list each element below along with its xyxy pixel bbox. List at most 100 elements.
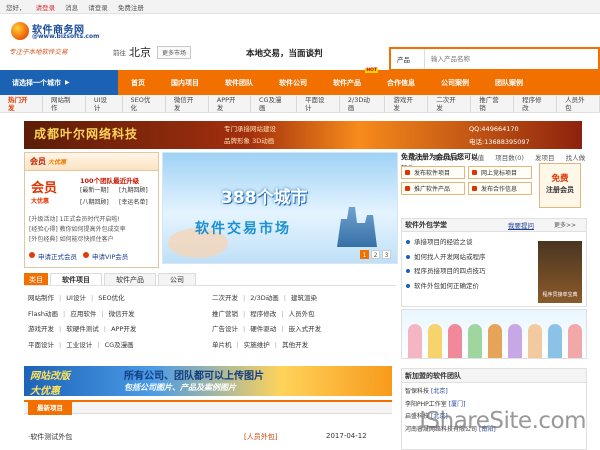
category-link[interactable]: 实施维护 xyxy=(244,341,270,349)
vip-news-item[interactable]: [经验心得] 教你如何提高外包成交率 xyxy=(29,225,126,235)
subnav-item[interactable]: 二次开发 xyxy=(428,95,472,112)
post-project-button[interactable]: 发布软件项目 xyxy=(401,166,465,179)
team-photo-banner[interactable] xyxy=(401,309,587,359)
bid-project-button[interactable]: 网上竞标项目 xyxy=(468,166,532,179)
category-link[interactable]: 单片机 xyxy=(212,341,232,349)
category-link[interactable]: 软硬件测试 xyxy=(66,325,99,333)
hot-badge: HOT xyxy=(365,67,378,73)
category-link[interactable]: 工业设计 xyxy=(66,341,92,349)
vip-link[interactable]: [八期回顾] xyxy=(80,197,119,206)
project-row[interactable]: ·软件测试外包 [人员外包] 2017-04-12 xyxy=(28,432,388,442)
subnav-item[interactable]: CG及漫画 xyxy=(251,95,297,112)
login-link[interactable]: 请登录 xyxy=(36,4,56,12)
category-link[interactable]: SEO优化 xyxy=(98,294,124,302)
top-bar: 您好， 请登录 消息 请登录 免费注册 首页 我的助手 充值 项目数(0) 发项… xyxy=(0,0,600,172)
category-link[interactable]: 2/3D动画 xyxy=(250,294,278,302)
ad-banner-top[interactable]: 成都叶尔网络科技 专门承接网站建设 品牌形象 3D动画 QQ:449664170… xyxy=(24,121,582,149)
category-link[interactable]: APP开发 xyxy=(111,325,136,333)
free-register-button[interactable]: 免费 注册会员 xyxy=(539,163,581,208)
nav-item-teams[interactable]: 软件团队 xyxy=(212,78,266,88)
category-row: 游戏开发 | 软硬件测试 | APP开发 xyxy=(28,325,137,333)
banner-qq: QQ:449664170 xyxy=(469,125,519,133)
category-link[interactable]: 嵌入式开发 xyxy=(289,325,322,333)
category-link[interactable]: 建筑渲染 xyxy=(291,294,317,302)
vip-news-item[interactable]: [升级活动] 1正式会员时代开启啦! xyxy=(29,215,126,225)
vip-link[interactable]: [九期回顾] xyxy=(119,185,158,194)
promote-product-button[interactable]: 推广软件产品 xyxy=(401,182,465,195)
apply-member-button[interactable]: 申请正式会员 xyxy=(29,251,77,261)
subnav-item[interactable]: 人员外包 xyxy=(557,95,600,112)
tab-projects[interactable]: 软件项目 xyxy=(50,273,102,285)
search-input[interactable] xyxy=(425,49,598,69)
team-item[interactable]: 智保科技 [北京] xyxy=(405,386,586,399)
apply-vip-button[interactable]: 申请VIP会员 xyxy=(83,251,128,261)
vip-link[interactable]: [最新一期] xyxy=(80,185,119,194)
vip-links: [最新一期] [九期回顾] [八期回顾] [幸运名单] xyxy=(80,185,158,206)
subnav-item[interactable]: UI设计 xyxy=(86,95,123,112)
newest-projects-tab[interactable]: 最新项目 xyxy=(28,402,72,415)
subnav-item[interactable]: 2/3D动画 xyxy=(340,95,386,112)
category-link[interactable]: 游戏开发 xyxy=(28,325,54,333)
project-category[interactable]: [人员外包] xyxy=(244,432,277,442)
team-name: 李阳PHP工作室 xyxy=(405,400,447,408)
subnav-item[interactable]: 网站制作 xyxy=(43,95,86,112)
ad-banner-upload[interactable]: 网站改版 大优惠 所有公司、团队都可以上传图片 包括公司图片、产品及案例图片 xyxy=(24,366,392,396)
category-link[interactable]: UI设计 xyxy=(66,294,86,302)
category-link[interactable]: 程序修改 xyxy=(250,310,276,318)
tab-products[interactable]: 软件产品 xyxy=(104,273,156,285)
ask-question-link[interactable]: 我要提问 xyxy=(508,220,534,232)
post-cooperation-button[interactable]: 发布合作信息 xyxy=(468,182,532,195)
category-link[interactable]: Flash动画 xyxy=(28,310,58,318)
nav-item-company-cases[interactable]: 公司案例 xyxy=(428,78,482,88)
subnav-item[interactable]: 推广营销 xyxy=(471,95,515,112)
vip-link[interactable]: [幸运名单] xyxy=(119,197,158,206)
vip-title-suffix: 大优惠 xyxy=(48,159,67,166)
school-more-link[interactable]: 更多>> xyxy=(554,220,576,232)
person-figure xyxy=(548,324,562,358)
slider-page-1[interactable]: 1 xyxy=(360,250,369,259)
category-link[interactable]: 网站制作 xyxy=(28,294,54,302)
book-cover-image[interactable]: 程序员接单宝典 xyxy=(538,241,582,303)
subnav-item[interactable]: 微信开发 xyxy=(166,95,209,112)
category-link[interactable]: 推广营销 xyxy=(212,310,238,318)
slider-page-3[interactable]: 3 xyxy=(382,250,391,259)
register-link[interactable]: 免费注册 xyxy=(118,4,144,12)
city-select-dropdown[interactable]: 请选择一个城市 ▶ xyxy=(0,70,118,95)
category-link[interactable]: 应用软件 xyxy=(70,310,96,318)
hero-slider[interactable]: 388个城市 软件交易市场 1 2 3 xyxy=(162,152,398,264)
site-logo[interactable]: 软件商务网 @www.bizsofts.com 专注于本地软件交易 xyxy=(7,20,115,66)
nav-item-companies[interactable]: 软件公司 xyxy=(266,78,320,88)
subnav-item[interactable]: SEO优化 xyxy=(123,95,166,112)
subnav-item[interactable]: 程序修改 xyxy=(514,95,558,112)
nav-item-projects[interactable]: 国内项目 xyxy=(158,78,212,88)
vip-news-item[interactable]: [外包经典] 如何能尽快抓住客户 xyxy=(29,235,126,245)
category-link[interactable]: 其他开发 xyxy=(282,341,308,349)
vip-promo-header: 会员 大优惠 xyxy=(25,153,158,171)
more-markets-button[interactable]: 更多市场 xyxy=(157,45,192,59)
search-category-select[interactable]: 产品 xyxy=(391,49,425,69)
project-date: 2017-04-12 xyxy=(326,432,367,440)
category-link[interactable]: 二次开发 xyxy=(212,294,238,302)
project-title[interactable]: ·软件测试外包 xyxy=(28,433,72,441)
nav-item-products[interactable]: 软件产品 HOT xyxy=(320,67,378,88)
tab-companies[interactable]: 公司 xyxy=(158,273,196,285)
subnav-item[interactable]: APP开发 xyxy=(209,95,251,112)
messages-link[interactable]: 消息 xyxy=(65,4,78,12)
login-link-2[interactable]: 请登录 xyxy=(88,4,108,12)
category-row: 单片机 | 实施维护 | 其他开发 xyxy=(212,340,309,349)
nav-item-home[interactable]: 首页 xyxy=(118,78,158,88)
subnav-item[interactable]: 游戏开发 xyxy=(385,95,429,112)
category-link[interactable]: 微信开发 xyxy=(109,310,135,318)
subnav-item[interactable]: 平面设计 xyxy=(297,95,340,112)
category-link[interactable]: 广告设计 xyxy=(212,325,238,333)
category-link[interactable]: 人员外包 xyxy=(289,310,315,318)
subnav-hot[interactable]: 热门开发 xyxy=(0,95,43,112)
vip-headline[interactable]: 100个团队最近升级 xyxy=(80,175,139,185)
slider-page-2[interactable]: 2 xyxy=(371,250,380,259)
category-link[interactable]: 硬件驱动 xyxy=(250,325,276,333)
tab-category[interactable]: 类目 xyxy=(24,273,48,285)
category-link[interactable]: 平面设计 xyxy=(28,341,54,349)
nav-item-team-cases[interactable]: 团队案例 xyxy=(482,78,536,88)
category-link[interactable]: CG及漫画 xyxy=(105,341,134,349)
nav-item-cooperation[interactable]: 合作信息 xyxy=(374,78,428,88)
